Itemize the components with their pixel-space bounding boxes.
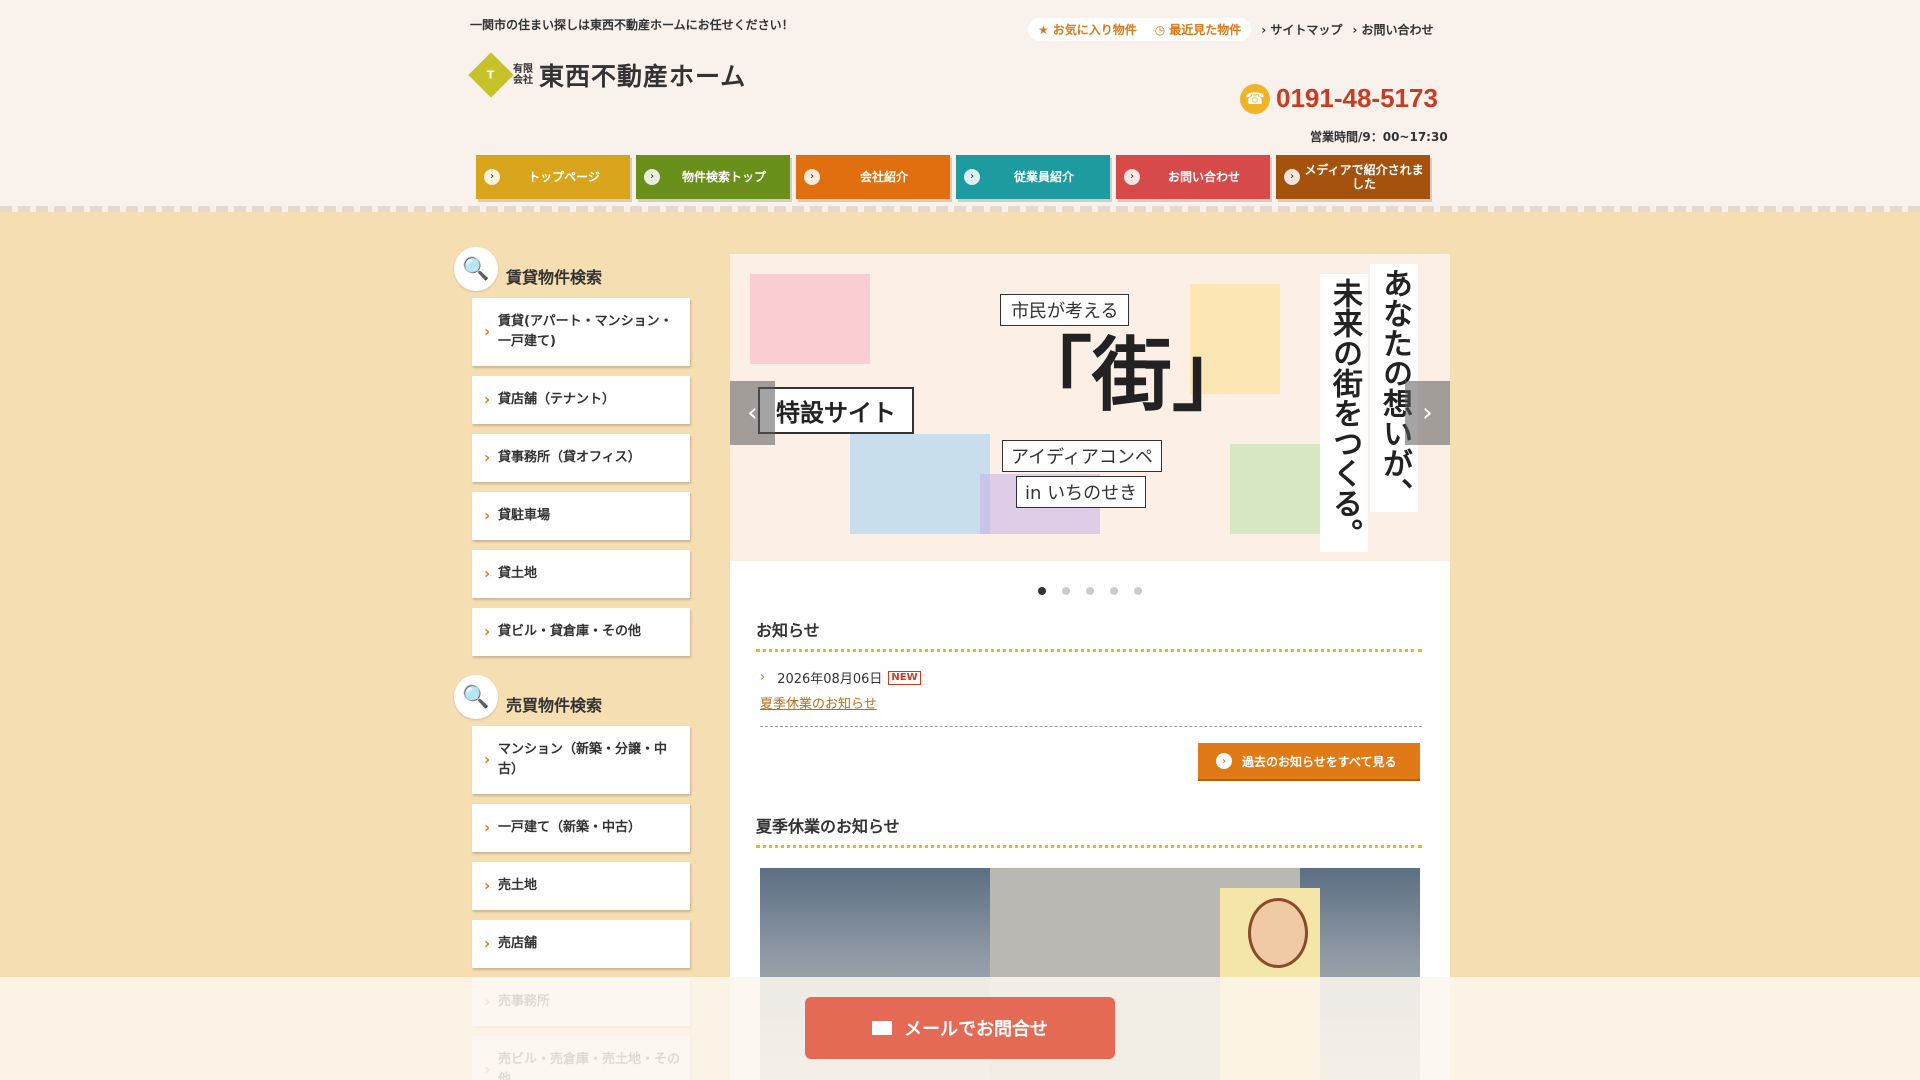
sidebar-item[interactable]: 賃貸(アパート・マンション・一戸建て) [472, 298, 690, 366]
new-badge: NEW [888, 670, 921, 685]
all-news-button[interactable]: › 過去のお知らせをすべて見る [1198, 743, 1420, 779]
sidebar-item[interactable]: 貸事務所（貸オフィス） [472, 434, 690, 482]
header-links: ★ お気に入り物件 ◷ 最近見た物件 › サイトマップ › お問い合わせ [1028, 18, 1434, 41]
decor [850, 434, 990, 534]
sidebar-item[interactable]: 売店舗 [472, 920, 690, 968]
slider-dot[interactable] [1086, 587, 1094, 595]
news-heading: お知らせ [756, 617, 1422, 652]
clock-icon: ◷ [1154, 22, 1166, 37]
slider-dot[interactable] [1110, 587, 1118, 595]
article-heading: 夏季休業のお知らせ [756, 813, 1422, 848]
phone-icon: ☎ [1240, 83, 1270, 114]
slide-title: 「街」 [1012, 329, 1252, 422]
logo-name: 東西不動産ホーム [539, 62, 747, 91]
logo-company-type: 有限 会社 [513, 64, 533, 86]
header-pill: ★ お気に入り物件 ◷ 最近見た物件 [1028, 18, 1252, 41]
site-header: 一関市の住まい探しは東西不動産ホームにお任せください！ T 有限 会社 東西不動産… [0, 0, 1920, 212]
global-nav: › トップページ › 物件検索トップ › 会社紹介 › 従業員紹介 › お問い合わせ › メディアで紹… [476, 155, 1430, 199]
business-hours: 営業時間/9：00~17:30 [1310, 130, 1448, 144]
news-link[interactable]: 夏季休業のお知らせ [760, 693, 1422, 712]
rent-list: 賃貸(アパート・マンション・一戸建て) 貸店舗（テナント） 貸事務所（貸オフィス） 貸… [454, 298, 694, 656]
chevron-right-icon: › [1284, 169, 1300, 185]
mascot-face [1248, 898, 1308, 968]
chevron-right-icon: › [1124, 169, 1140, 185]
slide-location: in いちのせき [1016, 476, 1147, 508]
sidebar-item[interactable]: 売土地 [472, 862, 690, 910]
nav-item-5[interactable]: › メディアで紹介されました [1276, 155, 1430, 199]
magnifier-icon: 🔍 [454, 247, 498, 291]
sale-search-heading: 🔍 売買物件検索 [454, 674, 694, 720]
chevron-right-icon: › [804, 169, 820, 185]
chevron-right-icon: › [644, 169, 660, 185]
rent-search-heading: 🔍 賃貸物件検索 [454, 246, 694, 292]
main-content: 特設サイト 市民が考える 「街」 アイディアコンペ in いちのせき あなたの想… [730, 254, 1450, 1080]
special-site-badge[interactable]: 特設サイト [758, 387, 914, 434]
sidebar-item[interactable]: 一戸建て（新築・中古） [472, 804, 690, 852]
slider-prev-button[interactable]: ‹ [730, 381, 775, 445]
favorites-link[interactable]: ★ お気に入り物件 [1038, 21, 1137, 38]
slider-dot[interactable] [1038, 587, 1046, 595]
slider-next-button[interactable]: › [1405, 381, 1450, 445]
chevron-right-icon: › [1216, 753, 1232, 769]
news-item: 2026年08月06日 NEW 夏季休業のお知らせ [760, 668, 1422, 727]
recent-link[interactable]: ◷ 最近見た物件 [1155, 21, 1242, 38]
hero-slider: 特設サイト 市民が考える 「街」 アイディアコンペ in いちのせき あなたの想… [730, 254, 1450, 561]
slider-dots [730, 587, 1450, 595]
nav-item-2[interactable]: › 会社紹介 [796, 155, 950, 199]
decor [750, 274, 870, 364]
mail-icon [872, 1021, 892, 1035]
phone-number[interactable]: 0191-48-5173 [1276, 83, 1438, 114]
star-icon: ★ [1038, 22, 1049, 37]
slide-subtitle: 市民が考える [1000, 294, 1130, 326]
logo-mark-icon: T [468, 52, 514, 98]
contact-link[interactable]: › お問い合わせ [1352, 21, 1433, 38]
chevron-right-icon: › [964, 169, 980, 185]
nav-item-1[interactable]: › 物件検索トップ [636, 155, 790, 199]
sitemap-link[interactable]: › サイトマップ [1261, 21, 1342, 38]
sidebar-item[interactable]: 貸店舗（テナント） [472, 376, 690, 424]
chevron-right-icon: › [484, 169, 500, 185]
nav-item-4[interactable]: › お問い合わせ [1116, 155, 1270, 199]
chevron-right-icon: › [1352, 23, 1362, 37]
nav-item-0[interactable]: › トップページ [476, 155, 630, 199]
sidebar-item[interactable]: 貸駐車場 [472, 492, 690, 540]
mail-contact-button[interactable]: メールでお問合せ [805, 997, 1115, 1059]
slide-idea: アイディアコンペ [1002, 440, 1162, 472]
phone-block: ☎ 0191-48-5173 [1240, 83, 1438, 114]
sidebar-item[interactable]: マンション（新築・分譲・中古） [472, 726, 690, 794]
magnifier-icon: 🔍 [454, 675, 498, 719]
tagline: 一関市の住まい探しは東西不動産ホームにお任せください！ [470, 18, 794, 32]
slider-dot[interactable] [1062, 587, 1070, 595]
nav-item-3[interactable]: › 従業員紹介 [956, 155, 1110, 199]
slide-vertical-text-2: 未来の街をつくる。 [1320, 274, 1368, 552]
sidebar-item[interactable]: 貸土地 [472, 550, 690, 598]
sidebar: 🔍 賃貸物件検索 賃貸(アパート・マンション・一戸建て) 貸店舗（テナント） 貸事務… [454, 246, 694, 1080]
slider-dot[interactable] [1134, 587, 1142, 595]
site-logo[interactable]: T 有限 会社 東西不動産ホーム [468, 52, 747, 98]
sidebar-item[interactable]: 貸ビル・貸倉庫・その他 [472, 608, 690, 656]
news-date: 2026年08月06日 [777, 672, 883, 687]
